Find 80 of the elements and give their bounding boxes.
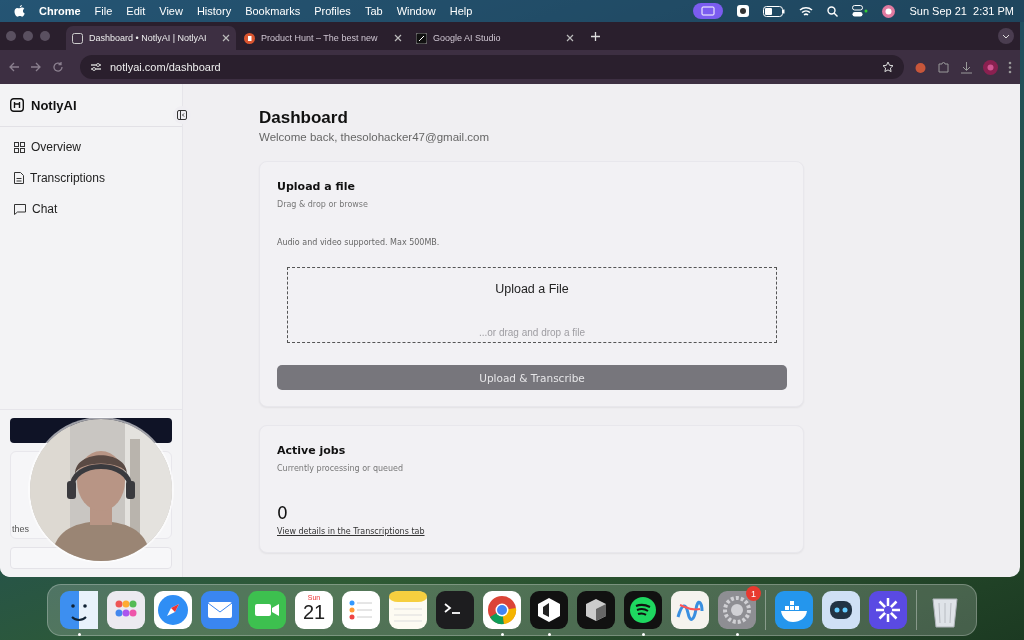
cube-icon[interactable] (577, 591, 615, 629)
sparkle-icon[interactable] (869, 591, 907, 629)
toggle-icon[interactable] (852, 5, 869, 17)
favicon-icon (416, 32, 427, 44)
close-icon[interactable] (222, 34, 230, 42)
search-icon[interactable] (827, 5, 839, 17)
grid-icon (14, 141, 25, 153)
new-tab-icon[interactable] (590, 30, 601, 42)
video-camera-icon[interactable] (248, 591, 286, 629)
favicon-icon (72, 32, 83, 44)
menu-item[interactable]: Profiles (314, 5, 351, 17)
chat-bubble-icon (14, 203, 26, 215)
finder-icon[interactable] (60, 591, 98, 629)
document-icon (14, 172, 24, 184)
checklist-icon[interactable] (342, 591, 380, 629)
drop-zone[interactable]: Upload a File ...or drag and drop a file (287, 267, 777, 343)
close-icon[interactable] (566, 34, 574, 42)
menu-item[interactable]: View (159, 5, 183, 17)
sidebar-item[interactable]: Transcriptions (6, 164, 176, 192)
favicon-icon (244, 32, 255, 44)
download-icon[interactable] (960, 60, 973, 74)
menu-item[interactable]: Window (396, 5, 436, 17)
envelope-icon[interactable] (201, 591, 239, 629)
compass-icon[interactable] (154, 591, 192, 629)
app-icon[interactable] (737, 5, 750, 17)
gear-icon[interactable] (718, 591, 756, 629)
browser-tab[interactable]: Google AI Studio (410, 26, 580, 50)
reload-icon[interactable] (52, 61, 64, 73)
drop-zone-hint: ...or drag and drop a file (478, 327, 586, 338)
menu-item[interactable]: File (94, 5, 113, 17)
job-count: 0 (277, 503, 289, 523)
menu-item[interactable]: Help (449, 5, 473, 17)
calendar-date: 21 (302, 601, 326, 623)
close-icon[interactable] (394, 34, 402, 42)
terminal-icon[interactable] (436, 591, 474, 629)
address-bar[interactable]: notlyai.com/dashboard (80, 55, 904, 79)
sidebar-icon (177, 110, 187, 120)
browser-tab[interactable]: Dashboard • NotlyAI | NotlyAI (66, 26, 236, 50)
apple-icon[interactable] (14, 4, 25, 18)
scribble-icon[interactable] (671, 591, 709, 629)
menu-item[interactable]: Chrome (39, 5, 81, 17)
sidebar-item[interactable]: Chat (6, 195, 176, 223)
page-title: Dashboard (259, 108, 349, 128)
wifi-icon[interactable] (799, 5, 814, 17)
profile-icon[interactable] (882, 4, 896, 18)
app-grid-icon[interactable] (107, 591, 145, 629)
extension-icon[interactable] (914, 60, 927, 74)
notepad-icon[interactable] (389, 591, 427, 629)
card-title: Active jobs (277, 444, 347, 457)
menu-item[interactable]: Edit (126, 5, 146, 17)
puzzle-icon[interactable] (937, 60, 950, 74)
logo-icon (10, 98, 24, 112)
whale-icon[interactable] (775, 591, 813, 629)
card-subtitle: Currently processing or queued (277, 464, 405, 473)
spotify-icon[interactable] (624, 591, 662, 629)
clock[interactable]: Sun Sep 21 2:31 PM (909, 5, 1014, 17)
notification-badge: 1 (746, 586, 761, 601)
screen-icon[interactable] (693, 3, 724, 19)
forward-icon[interactable] (30, 61, 42, 73)
robot-icon[interactable] (822, 591, 860, 629)
transcriptions-link[interactable]: View details in the Transcriptions tab (277, 527, 425, 536)
more-icon[interactable] (1008, 60, 1012, 74)
brand-name: NotlyAI (31, 97, 77, 113)
menu-item[interactable]: Bookmarks (245, 5, 301, 17)
chrome-icon[interactable] (483, 591, 521, 629)
account-email: thes (12, 524, 29, 534)
bookmark-star-icon[interactable] (882, 61, 894, 73)
battery-icon[interactable] (763, 5, 786, 17)
welcome-text: Welcome back, thesolohacker47@gmail.com (259, 131, 491, 143)
menu-item[interactable]: History (196, 5, 232, 17)
site-settings-icon[interactable] (90, 62, 102, 72)
drop-zone-title: Upload a File (495, 282, 569, 296)
browser-tab[interactable]: Product Hunt – The best new (238, 26, 408, 50)
upload-note: Audio and video supported. Max 500MB. (277, 238, 441, 247)
sidebar-item[interactable]: Overview (6, 133, 176, 161)
card-subtitle: Drag & drop or browse (277, 200, 369, 209)
menu-item[interactable]: Tab (364, 5, 383, 17)
card-title: Upload a file (277, 180, 356, 193)
tab-search-icon[interactable] (998, 28, 1014, 44)
back-icon[interactable] (8, 61, 20, 73)
